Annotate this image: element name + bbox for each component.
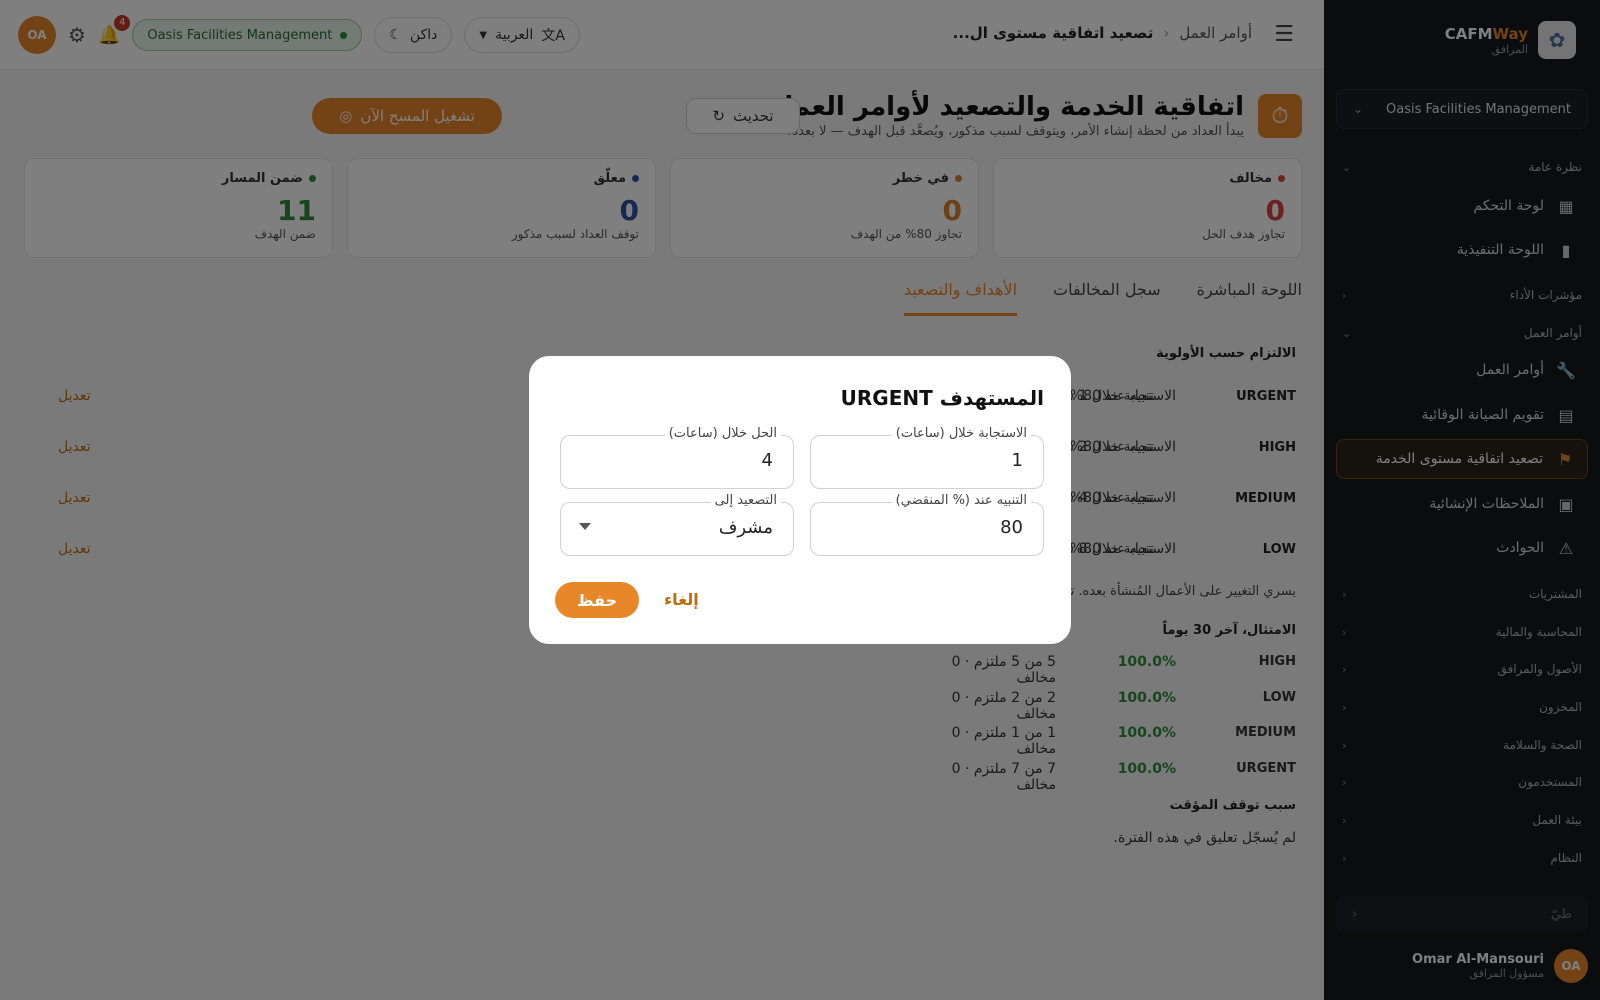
dialog-title: المستهدف URGENT: [840, 386, 1044, 410]
cancel-button[interactable]: إلغاء: [664, 590, 699, 609]
response-hours-value: 1: [1011, 450, 1023, 471]
save-button[interactable]: حفظ: [555, 582, 639, 618]
alert-percent-value: 80: [1000, 517, 1023, 538]
resolve-hours-value: 4: [761, 450, 773, 471]
response-hours-field[interactable]: الاستجابة خلال (ساعات) 1: [810, 426, 1044, 489]
alert-percent-field[interactable]: التنبيه عند (% المنقضي) 80: [810, 493, 1044, 556]
caret-down-icon: [579, 523, 591, 530]
resolve-hours-field[interactable]: الحل خلال (ساعات) 4: [560, 426, 794, 489]
escalate-to-value: مشرف: [718, 517, 773, 538]
edit-target-dialog: المستهدف URGENT الاستجابة خلال (ساعات) 1…: [529, 356, 1071, 644]
escalate-to-select[interactable]: التصعيد إلى مشرف: [560, 493, 794, 556]
